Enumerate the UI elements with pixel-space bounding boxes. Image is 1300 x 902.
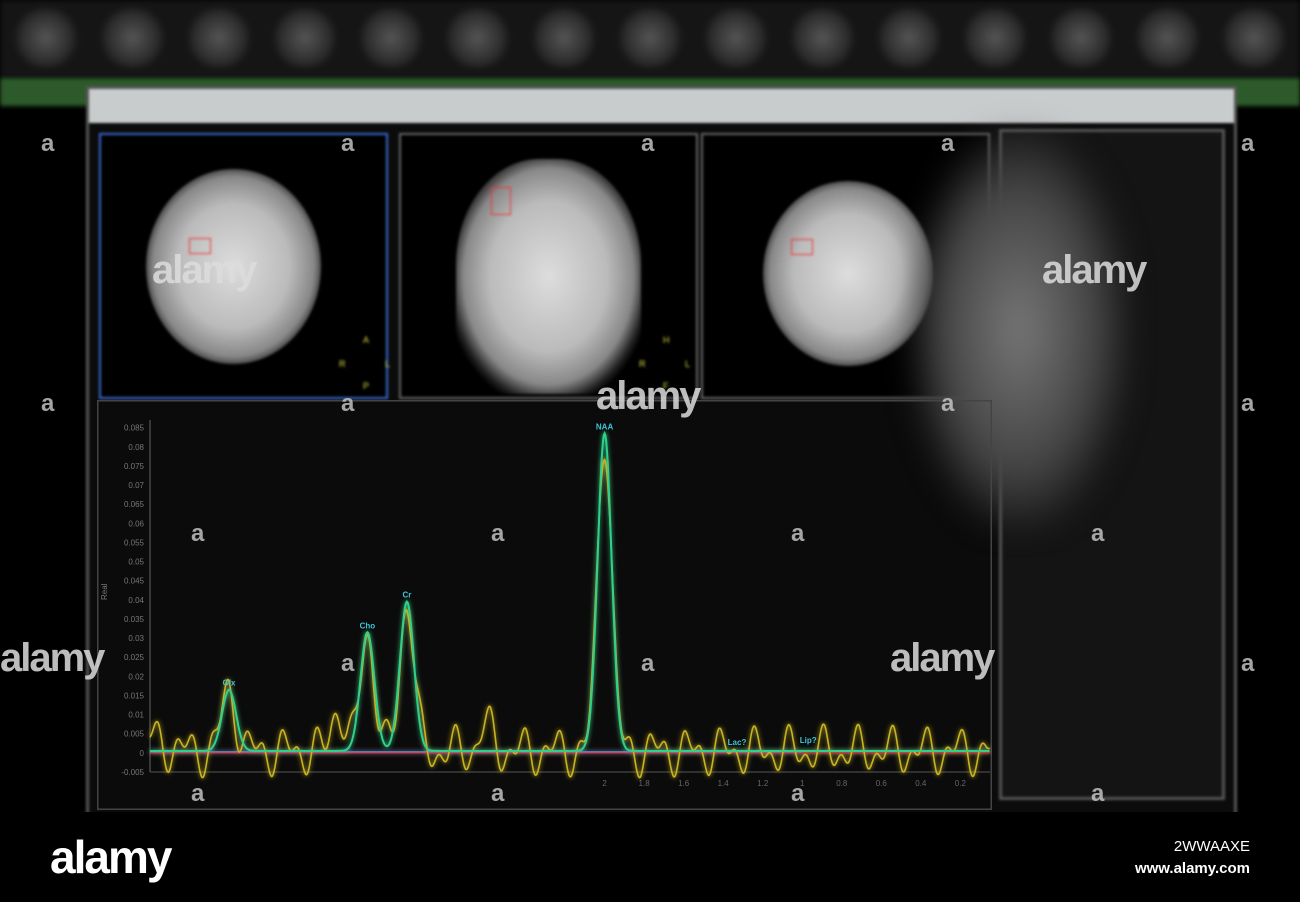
- orient-right: L: [685, 359, 691, 369]
- x-tick-label: 1.4: [718, 779, 730, 788]
- watermark: alamy: [1042, 248, 1147, 292]
- watermark: alamy: [152, 248, 257, 292]
- brain-image: [456, 159, 641, 394]
- y-tick-label: 0.035: [124, 615, 145, 624]
- footer: alamy 2WWAAXE www.alamy.com: [0, 812, 1300, 902]
- viewport-coronal[interactable]: H F R L: [399, 133, 698, 399]
- y-tick-label: 0.08: [128, 443, 144, 452]
- y-tick-label: 0.01: [128, 711, 144, 720]
- x-tick-label: 1.2: [757, 779, 769, 788]
- y-tick-label: 0.02: [128, 672, 144, 681]
- peak-label: Cr: [402, 591, 411, 600]
- y-tick-label: 0.075: [124, 462, 145, 471]
- raw-spectrum-line: [149, 458, 991, 779]
- x-tick-label: 0.4: [915, 779, 927, 788]
- orient-right: L: [385, 359, 391, 369]
- watermark-letter: a: [341, 390, 355, 417]
- peak-label: NAA: [596, 422, 614, 431]
- watermark-letter: a: [641, 650, 655, 677]
- y-tick-label: 0: [140, 749, 145, 758]
- watermark-letter: a: [491, 780, 505, 807]
- watermark-letter: a: [341, 130, 355, 157]
- y-tick-label: 0.045: [124, 577, 145, 586]
- thumbnail[interactable]: [96, 8, 169, 68]
- thumbnail[interactable]: [786, 8, 859, 68]
- thumbnail[interactable]: [1131, 8, 1204, 68]
- thumbnail[interactable]: [700, 8, 773, 68]
- watermark: alamy: [890, 636, 995, 680]
- y-tick-label: 0.055: [124, 538, 145, 547]
- brain-image: [763, 181, 933, 366]
- thumbnail[interactable]: [527, 8, 600, 68]
- thumbnail[interactable]: [268, 8, 342, 68]
- spectrum-chart: 0.085 0.08 0.075 0.07 0.065 0.06 0.055 0.05 0.04…: [97, 400, 992, 810]
- y-tick-label: 0.06: [128, 519, 144, 528]
- watermark-letter: a: [941, 390, 955, 417]
- voxel-roi[interactable]: [491, 187, 511, 215]
- peak-label: Glx: [223, 679, 236, 688]
- y-tick-label: 0.04: [128, 596, 144, 605]
- x-tick-label: 0.6: [876, 779, 888, 788]
- watermark-letter: a: [1241, 390, 1255, 417]
- y-tick-label: 0.07: [128, 481, 144, 490]
- y-tick-label: 0.05: [128, 558, 144, 567]
- orient-bottom: P: [363, 381, 370, 391]
- x-tick-label: 0.8: [836, 779, 848, 788]
- watermark-letter: a: [1241, 650, 1255, 677]
- alamy-logo: alamy: [50, 831, 172, 883]
- y-tick-label: -0.005: [121, 768, 144, 777]
- x-tick-label: 0.2: [955, 779, 967, 788]
- x-tick-label: 2: [602, 779, 607, 788]
- orient-left: R: [639, 359, 646, 369]
- watermark-letter: a: [41, 390, 55, 417]
- orient-top: A: [363, 335, 370, 345]
- window-titlebar[interactable]: [89, 89, 1234, 123]
- watermark-letter: a: [341, 650, 355, 677]
- watermark-letter: a: [791, 520, 805, 547]
- thumbnail-strip[interactable]: [0, 0, 1300, 78]
- y-tick-label: 0.005: [124, 730, 145, 739]
- fitted-spectrum-line: [150, 430, 990, 752]
- watermark-letter: a: [41, 130, 55, 157]
- watermark-letter: a: [941, 130, 955, 157]
- voxel-roi[interactable]: [791, 239, 813, 255]
- watermark: alamy: [596, 374, 701, 418]
- y-axis-label: Real: [100, 583, 109, 600]
- thumbnail[interactable]: [613, 8, 687, 68]
- watermark-letter: a: [191, 780, 205, 807]
- y-tick-label: 0.015: [124, 691, 145, 700]
- y-tick-label: 0.065: [124, 500, 145, 509]
- watermark-letter: a: [191, 520, 205, 547]
- x-tick-label: 1.6: [678, 779, 690, 788]
- thumbnail[interactable]: [441, 8, 514, 68]
- y-tick-label: 0.085: [124, 424, 145, 433]
- thumbnail[interactable]: [872, 8, 945, 68]
- y-tick-label: 0.025: [124, 653, 145, 662]
- watermark: alamy: [0, 636, 105, 680]
- peak-label: Lac?: [728, 738, 747, 747]
- chart-frame: [97, 400, 992, 810]
- thumbnail[interactable]: [1045, 8, 1118, 68]
- orient-left: R: [339, 359, 346, 369]
- image-id: 2WWAAXE: [1173, 838, 1250, 855]
- y-tick-label: 0.03: [128, 634, 144, 643]
- watermark-letter: a: [1241, 130, 1255, 157]
- orient-top: H: [663, 335, 670, 345]
- watermark-letter: a: [491, 520, 505, 547]
- peak-label: Lip?: [800, 736, 817, 745]
- watermark-letter: a: [1091, 520, 1105, 547]
- site-url: www.alamy.com: [1134, 860, 1250, 877]
- thumbnail[interactable]: [10, 8, 83, 68]
- peak-label: Cho: [360, 621, 376, 630]
- thumbnail[interactable]: [958, 8, 1032, 68]
- thumbnail[interactable]: [355, 8, 428, 68]
- watermark-letter: a: [1091, 780, 1105, 807]
- watermark-letter: a: [791, 780, 805, 807]
- x-tick-label: 1.8: [639, 779, 651, 788]
- thumbnail[interactable]: [1217, 8, 1290, 68]
- thumbnail[interactable]: [182, 8, 255, 68]
- watermark-letter: a: [641, 130, 655, 157]
